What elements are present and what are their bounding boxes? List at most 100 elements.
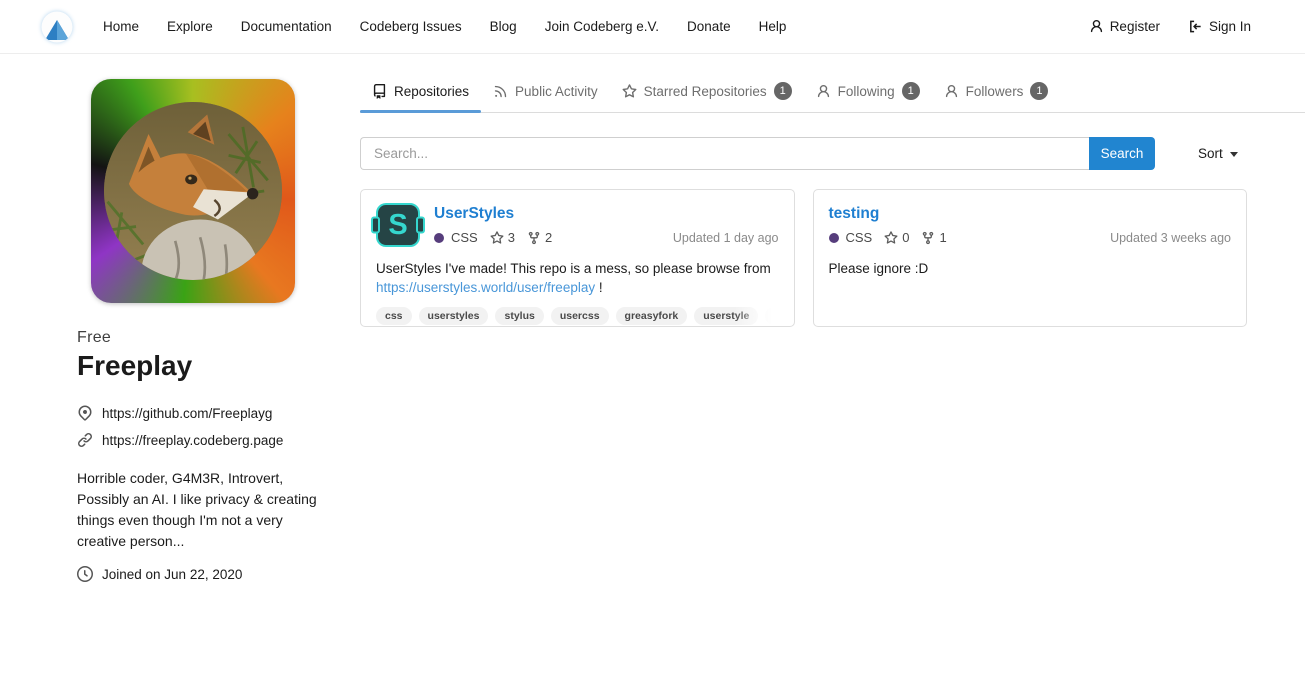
- description-link[interactable]: https://userstyles.world/user/freeplay: [376, 280, 595, 295]
- star-icon: [884, 231, 898, 245]
- nav-link-documentation[interactable]: Documentation: [227, 19, 346, 34]
- codeberg-logo[interactable]: [41, 11, 73, 43]
- repo-card-userstyles: S UserStyles CSS 3: [360, 189, 795, 327]
- profile-joined-date: Joined on Jun 22, 2020: [102, 567, 242, 582]
- nav-link-explore[interactable]: Explore: [153, 19, 227, 34]
- tab-label: Following: [838, 84, 895, 99]
- repo-meta-row: CSS 3 2: [434, 230, 779, 245]
- register-button[interactable]: Register: [1075, 19, 1174, 34]
- tab-count-badge: 1: [902, 82, 920, 100]
- search-input[interactable]: [360, 137, 1089, 170]
- person-icon: [944, 84, 959, 99]
- sort-dropdown[interactable]: Sort: [1192, 145, 1244, 162]
- navbar: Home Explore Documentation Codeberg Issu…: [0, 0, 1305, 54]
- profile-display-name: Freeplay: [77, 350, 317, 382]
- language-dot-icon: [829, 233, 839, 243]
- topic-tag[interactable]: userstyle: [694, 307, 758, 325]
- tab-label: Followers: [966, 84, 1024, 99]
- git-fork-icon: [527, 231, 541, 245]
- profile-sidebar: Free Freeplay https://github.com/Freepla…: [77, 75, 317, 582]
- tab-followers[interactable]: Followers 1: [932, 75, 1061, 112]
- repo-icon: [372, 84, 387, 99]
- repo-title-link[interactable]: testing: [829, 205, 880, 223]
- tab-label: Repositories: [394, 84, 469, 99]
- fork-count: 2: [545, 230, 552, 245]
- profile-joined-row: Joined on Jun 22, 2020: [77, 566, 317, 582]
- profile-pages-link[interactable]: https://freeplay.codeberg.page: [102, 433, 283, 448]
- repo-description-text: UserStyles I've made! This repo is a mes…: [376, 261, 771, 276]
- rss-icon: [493, 84, 508, 99]
- repo-stars: 3: [490, 230, 515, 245]
- repo-meta-row: CSS 0 1: [829, 230, 1232, 245]
- star-icon: [490, 231, 504, 245]
- nav-link-codeberg-issues[interactable]: Codeberg Issues: [346, 19, 476, 34]
- sign-in-icon: [1188, 19, 1203, 34]
- tab-public-activity[interactable]: Public Activity: [481, 75, 610, 112]
- topic-tag[interactable]: stylus: [495, 307, 543, 325]
- page-content: Free Freeplay https://github.com/Freepla…: [0, 54, 1305, 582]
- main-column: Repositories Public Activity Starred Rep…: [360, 75, 1305, 582]
- nav-link-blog[interactable]: Blog: [476, 19, 531, 34]
- repo-card-header: S UserStyles CSS 3: [376, 203, 779, 251]
- tab-label: Public Activity: [515, 84, 598, 99]
- search-button[interactable]: Search: [1089, 137, 1155, 170]
- repo-title-link[interactable]: UserStyles: [434, 205, 514, 223]
- profile-website-row: https://github.com/Freeplayg: [77, 405, 317, 421]
- stylus-logo-icon: S: [376, 203, 420, 247]
- nav-link-donate[interactable]: Donate: [673, 19, 745, 34]
- language-dot-icon: [434, 233, 444, 243]
- location-pin-icon: [77, 405, 93, 421]
- link-icon: [77, 432, 93, 448]
- repository-list: S UserStyles CSS 3: [360, 189, 1247, 327]
- topic-tag[interactable]: css: [376, 307, 412, 325]
- register-label: Register: [1110, 19, 1160, 34]
- person-icon: [1089, 19, 1104, 34]
- repo-stars: 0: [884, 230, 909, 245]
- star-count: 3: [508, 230, 515, 245]
- fork-count: 1: [939, 230, 946, 245]
- repo-card-main: testing CSS 0: [829, 203, 1232, 245]
- topic-tag[interactable]: cascading-style-she: [765, 307, 778, 325]
- sign-in-button[interactable]: Sign In: [1174, 19, 1265, 34]
- tab-starred-repositories[interactable]: Starred Repositories 1: [610, 75, 804, 112]
- nav-link-help[interactable]: Help: [745, 19, 801, 34]
- repo-language: CSS: [451, 230, 478, 245]
- profile-tabs: Repositories Public Activity Starred Rep…: [360, 75, 1305, 113]
- repo-forks: 2: [527, 230, 552, 245]
- topic-tag[interactable]: userstyles: [419, 307, 489, 325]
- topic-tag[interactable]: usercss: [551, 307, 609, 325]
- nav-link-home[interactable]: Home: [89, 19, 153, 34]
- tab-label: Starred Repositories: [644, 84, 767, 99]
- profile-website-row: https://freeplay.codeberg.page: [77, 432, 317, 448]
- profile-links: https://github.com/Freeplayg https://fre…: [77, 405, 317, 448]
- star-icon: [622, 84, 637, 99]
- sign-in-label: Sign In: [1209, 19, 1251, 34]
- repo-description-suffix: !: [595, 280, 603, 295]
- repo-description: UserStyles I've made! This repo is a mes…: [376, 260, 779, 297]
- repo-card-header: testing CSS 0: [829, 203, 1232, 251]
- tab-count-badge: 1: [1030, 82, 1048, 100]
- profile-avatar: [91, 79, 295, 303]
- repo-updated-time: Updated 1 day ago: [673, 231, 779, 245]
- tab-repositories[interactable]: Repositories: [360, 75, 481, 112]
- profile-github-link[interactable]: https://github.com/Freeplayg: [102, 406, 272, 421]
- caret-down-icon: [1230, 152, 1238, 157]
- person-icon: [816, 84, 831, 99]
- search-group: Search: [360, 137, 1155, 170]
- repo-language: CSS: [846, 230, 873, 245]
- codeberg-mountain-icon: [41, 11, 73, 43]
- navbar-left: Home Explore Documentation Codeberg Issu…: [41, 11, 800, 43]
- tab-count-badge: 1: [774, 82, 792, 100]
- repo-card-main: UserStyles CSS 3: [434, 203, 779, 245]
- repo-search-row: Search Sort: [360, 137, 1247, 170]
- clock-icon: [77, 566, 93, 582]
- topic-tag[interactable]: greasyfork: [616, 307, 688, 325]
- navbar-right: Register Sign In: [1075, 19, 1265, 34]
- repo-card-testing: testing CSS 0: [813, 189, 1248, 327]
- git-fork-icon: [921, 231, 935, 245]
- nav-link-join-codeberg[interactable]: Join Codeberg e.V.: [531, 19, 673, 34]
- repo-forks: 1: [921, 230, 946, 245]
- tab-following[interactable]: Following 1: [804, 75, 932, 112]
- repo-description: Please ignore :D: [829, 260, 1232, 279]
- sort-label: Sort: [1198, 146, 1223, 161]
